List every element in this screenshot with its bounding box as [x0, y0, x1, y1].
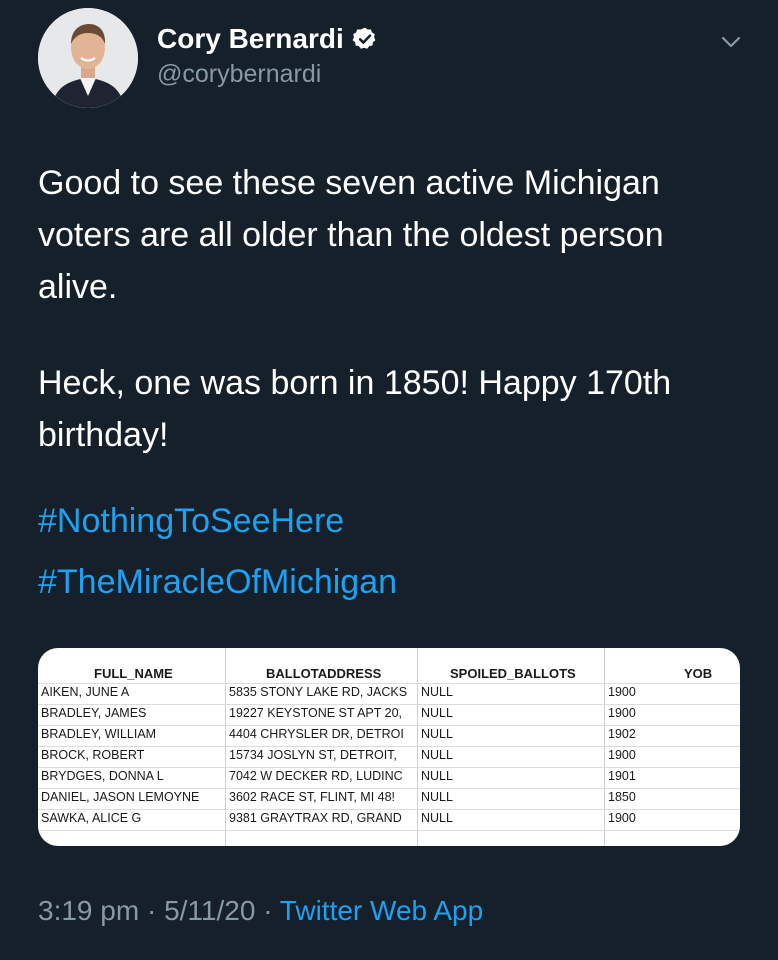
row-divider: [38, 704, 740, 705]
header-ballot-address: BALLOTADDRESS: [266, 666, 382, 681]
separator-dot: ·: [146, 895, 157, 926]
cell-spoiled-ballots: NULL: [421, 769, 453, 783]
author-handle[interactable]: @corybernardi: [157, 60, 321, 89]
cell-ballot-address: 7042 W DECKER RD, LUDINC: [229, 769, 403, 783]
cell-yob: 1900: [608, 811, 636, 825]
tweet-footer: 3:19 pm · 5/11/20 · Twitter Web App: [38, 895, 483, 927]
cell-yob: 1900: [608, 748, 636, 762]
author-name-row[interactable]: Cory Bernardi: [157, 19, 378, 59]
cell-spoiled-ballots: NULL: [421, 811, 453, 825]
cell-spoiled-ballots: NULL: [421, 727, 453, 741]
column-divider: [417, 648, 418, 846]
cell-spoiled-ballots: NULL: [421, 790, 453, 804]
spreadsheet-table: FULL_NAME BALLOTADDRESS SPOILED_BALLOTS …: [38, 648, 740, 846]
hashtag-link-1[interactable]: #NothingToSeeHere: [38, 495, 344, 547]
verified-badge-icon: [352, 27, 376, 49]
attached-image[interactable]: FULL_NAME BALLOTADDRESS SPOILED_BALLOTS …: [38, 648, 740, 846]
header-full-name: FULL_NAME: [94, 666, 173, 681]
cell-yob: 1900: [608, 706, 636, 720]
tweet-source-link[interactable]: Twitter Web App: [280, 895, 483, 926]
row-divider: [38, 788, 740, 789]
header-yob: YOB: [684, 666, 713, 681]
tweet-text-paragraph-1: Good to see these seven active Michigan …: [38, 164, 664, 306]
cell-ballot-address: 3602 RACE ST, FLINT, MI 48!: [229, 790, 396, 804]
cell-full-name: SAWKA, ALICE G: [41, 811, 142, 825]
avatar[interactable]: [38, 8, 138, 108]
chevron-down-icon[interactable]: [717, 28, 745, 56]
author-display-name[interactable]: Cory Bernardi: [157, 23, 344, 55]
cell-ballot-address: 19227 KEYSTONE ST APT 20,: [229, 706, 403, 720]
cell-full-name: BRADLEY, JAMES: [41, 706, 147, 720]
cell-full-name: AIKEN, JUNE A: [41, 685, 130, 699]
cell-spoiled-ballots: NULL: [421, 748, 453, 762]
row-divider: [38, 683, 740, 684]
cell-full-name: BROCK, ROBERT: [41, 748, 145, 762]
avatar-photo: [38, 8, 138, 108]
cell-spoiled-ballots: NULL: [421, 685, 453, 699]
separator-dot: ·: [263, 895, 273, 926]
cell-yob: 1901: [608, 769, 636, 783]
header-spoiled-ballots: SPOILED_BALLOTS: [450, 666, 576, 681]
cell-ballot-address: 9381 GRAYTRAX RD, GRAND: [229, 811, 402, 825]
tweet: Cory Bernardi @corybernardi Good to see …: [0, 0, 778, 960]
row-divider: [38, 767, 740, 768]
cell-ballot-address: 4404 CHRYSLER DR, DETROI: [229, 727, 404, 741]
tweet-text-paragraph-2: Heck, one was born in 1850! Happy 170th …: [38, 364, 672, 454]
cell-yob: 1900: [608, 685, 636, 699]
column-divider: [225, 648, 226, 846]
tweet-date[interactable]: 5/11/20: [164, 895, 255, 926]
cell-yob: 1902: [608, 727, 636, 741]
cell-ballot-address: 5835 STONY LAKE RD, JACKS: [229, 685, 408, 699]
cell-ballot-address: 15734 JOSLYN ST, DETROIT,: [229, 748, 397, 762]
cell-full-name: BRADLEY, WILLIAM: [41, 727, 157, 741]
cell-full-name: DANIEL, JASON LEMOYNE: [41, 790, 200, 804]
row-divider: [38, 725, 740, 726]
cell-full-name: BRYDGES, DONNA L: [41, 769, 164, 783]
row-divider: [38, 830, 740, 831]
column-divider: [604, 648, 605, 846]
row-divider: [38, 809, 740, 810]
cell-yob: 1850: [608, 790, 636, 804]
row-divider: [38, 746, 740, 747]
cell-spoiled-ballots: NULL: [421, 706, 453, 720]
hashtag-link-2[interactable]: #TheMiracleOfMichigan: [38, 556, 397, 608]
tweet-time[interactable]: 3:19 pm: [38, 895, 139, 926]
